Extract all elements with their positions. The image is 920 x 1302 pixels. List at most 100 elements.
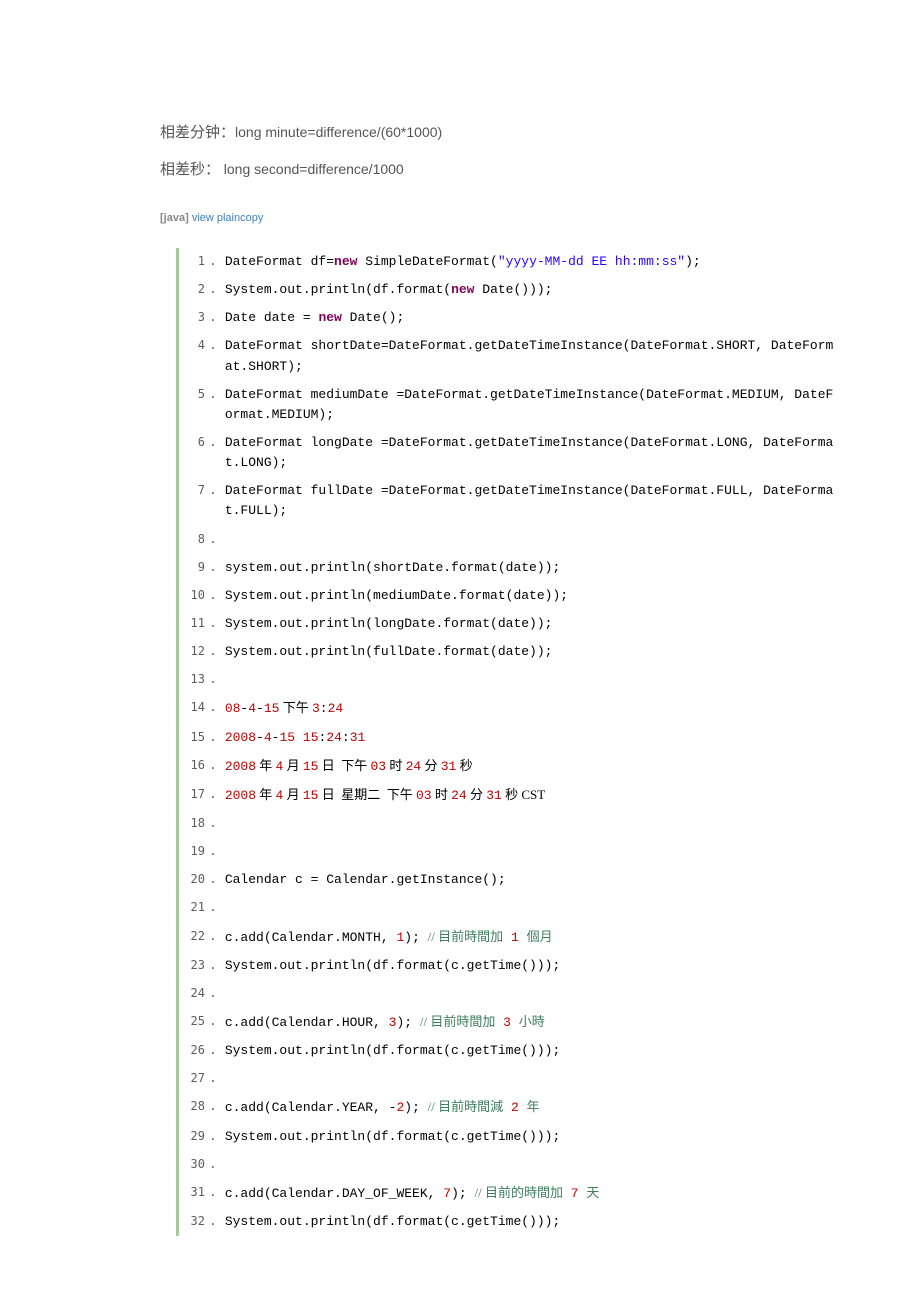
code-line: 24. [176,980,840,1008]
line-number: 31 [183,1183,209,1202]
code-line: 6.DateFormat longDate =DateFormat.getDat… [176,429,840,477]
code-line: 14.08-4-15 下午 3:24 [176,694,840,723]
code-line: 29.System.out.println(df.format(c.getTim… [176,1123,840,1151]
code-content [225,814,840,834]
line-number: 14 [183,698,209,717]
code-line: 4.DateFormat shortDate=DateFormat.getDat… [176,332,840,380]
line-number: 32 [183,1212,209,1231]
line-number: 25 [183,1012,209,1031]
line-number: 30 [183,1155,209,1174]
line-number: 8 [183,530,209,549]
intro-label-1: 相差分钟： [160,125,235,141]
line-number: 2 [183,280,209,299]
view-plaincopy-link[interactable]: view plaincopy [192,212,264,224]
line-number: 27 [183,1069,209,1088]
intro-code-2: long second=difference/1000 [224,161,404,177]
code-content: 2008-4-15 15:24:31 [225,728,840,748]
line-number: 4 [183,336,209,355]
code-content [225,530,840,550]
code-line: 22.c.add(Calendar.MONTH, 1); // 目前時間加 1 … [176,923,840,952]
code-line: 12.System.out.println(fullDate.format(da… [176,638,840,666]
code-line: 16.2008 年 4 月 15 日 下午 03 时 24 分 31 秒 [176,752,840,781]
code-line: 8. [176,526,840,554]
code-content: System.out.println(df.format(c.getTime()… [225,1041,840,1061]
intro-line-1: 相差分钟：long minute=difference/(60*1000) [160,120,840,147]
line-number: 15 [183,728,209,747]
line-number: 12 [183,642,209,661]
intro-line-2: 相差秒： long second=difference/1000 [160,157,840,184]
code-content: c.add(Calendar.YEAR, -2); // 目前時間減 2 年 [225,1097,840,1118]
code-content: DateFormat fullDate =DateFormat.getDateT… [225,481,840,521]
code-content: System.out.println(mediumDate.format(dat… [225,586,840,606]
code-block: 1.DateFormat df=new SimpleDateFormat("yy… [176,248,840,1236]
line-number: 3 [183,308,209,327]
code-content: System.out.println(df.format(new Date())… [225,280,840,300]
line-number: 18 [183,814,209,833]
code-content [225,1155,840,1175]
code-line: 13. [176,666,840,694]
code-line: 20.Calendar c = Calendar.getInstance(); [176,866,840,894]
line-number: 9 [183,558,209,577]
line-number: 6 [183,433,209,452]
code-line: 21. [176,894,840,922]
code-content: System.out.println(fullDate.format(date)… [225,642,840,662]
code-line: 10.System.out.println(mediumDate.format(… [176,582,840,610]
code-line: 11.System.out.println(longDate.format(da… [176,610,840,638]
code-content: DateFormat df=new SimpleDateFormat("yyyy… [225,252,840,272]
code-content: Calendar c = Calendar.getInstance(); [225,870,840,890]
line-number: 7 [183,481,209,500]
line-number: 22 [183,927,209,946]
code-content: 08-4-15 下午 3:24 [225,698,840,719]
code-content: Date date = new Date(); [225,308,840,328]
code-line: 9.system.out.println(shortDate.format(da… [176,554,840,582]
language-tag: [java] [160,212,189,224]
code-content: 2008 年 4 月 15 日 星期二 下午 03 时 24 分 31 秒 CS… [225,785,840,806]
code-content [225,670,840,690]
code-line: 30. [176,1151,840,1179]
code-line: 5.DateFormat mediumDate =DateFormat.getD… [176,381,840,429]
code-meta: [java] view plaincopy [160,212,840,224]
line-number: 29 [183,1127,209,1146]
line-number: 26 [183,1041,209,1060]
code-content: System.out.println(longDate.format(date)… [225,614,840,634]
line-number: 23 [183,956,209,975]
code-content: System.out.println(df.format(c.getTime()… [225,1212,840,1232]
code-line: 18. [176,810,840,838]
code-content: c.add(Calendar.HOUR, 3); // 目前時間加 3 小時 [225,1012,840,1033]
line-number: 19 [183,842,209,861]
line-number: 21 [183,898,209,917]
code-line: 23.System.out.println(df.format(c.getTim… [176,952,840,980]
code-content: system.out.println(shortDate.format(date… [225,558,840,578]
code-line: 28.c.add(Calendar.YEAR, -2); // 目前時間減 2 … [176,1093,840,1122]
line-number: 10 [183,586,209,605]
code-content [225,842,840,862]
line-number: 13 [183,670,209,689]
code-line: 31.c.add(Calendar.DAY_OF_WEEK, 7); // 目前… [176,1179,840,1208]
code-content: DateFormat longDate =DateFormat.getDateT… [225,433,840,473]
code-line: 17.2008 年 4 月 15 日 星期二 下午 03 时 24 分 31 秒… [176,781,840,810]
code-line: 32.System.out.println(df.format(c.getTim… [176,1208,840,1236]
code-line: 7.DateFormat fullDate =DateFormat.getDat… [176,477,840,525]
line-number: 28 [183,1097,209,1116]
line-number: 17 [183,785,209,804]
code-line: 15.2008-4-15 15:24:31 [176,724,840,752]
code-content: c.add(Calendar.DAY_OF_WEEK, 7); // 目前的時間… [225,1183,840,1204]
line-number: 20 [183,870,209,889]
code-content [225,1069,840,1089]
line-number: 1 [183,252,209,271]
code-content: DateFormat shortDate=DateFormat.getDateT… [225,336,840,376]
code-line: 19. [176,838,840,866]
code-line: 26.System.out.println(df.format(c.getTim… [176,1037,840,1065]
code-content [225,984,840,1004]
line-number: 11 [183,614,209,633]
code-content: c.add(Calendar.MONTH, 1); // 目前時間加 1 個月 [225,927,840,948]
code-line: 3.Date date = new Date(); [176,304,840,332]
code-content: 2008 年 4 月 15 日 下午 03 时 24 分 31 秒 [225,756,840,777]
code-content [225,898,840,918]
line-number: 16 [183,756,209,775]
code-content: System.out.println(df.format(c.getTime()… [225,956,840,976]
intro-code-1: long minute=difference/(60*1000) [235,124,442,140]
code-line: 2.System.out.println(df.format(new Date(… [176,276,840,304]
line-number: 5 [183,385,209,404]
code-content: DateFormat mediumDate =DateFormat.getDat… [225,385,840,425]
